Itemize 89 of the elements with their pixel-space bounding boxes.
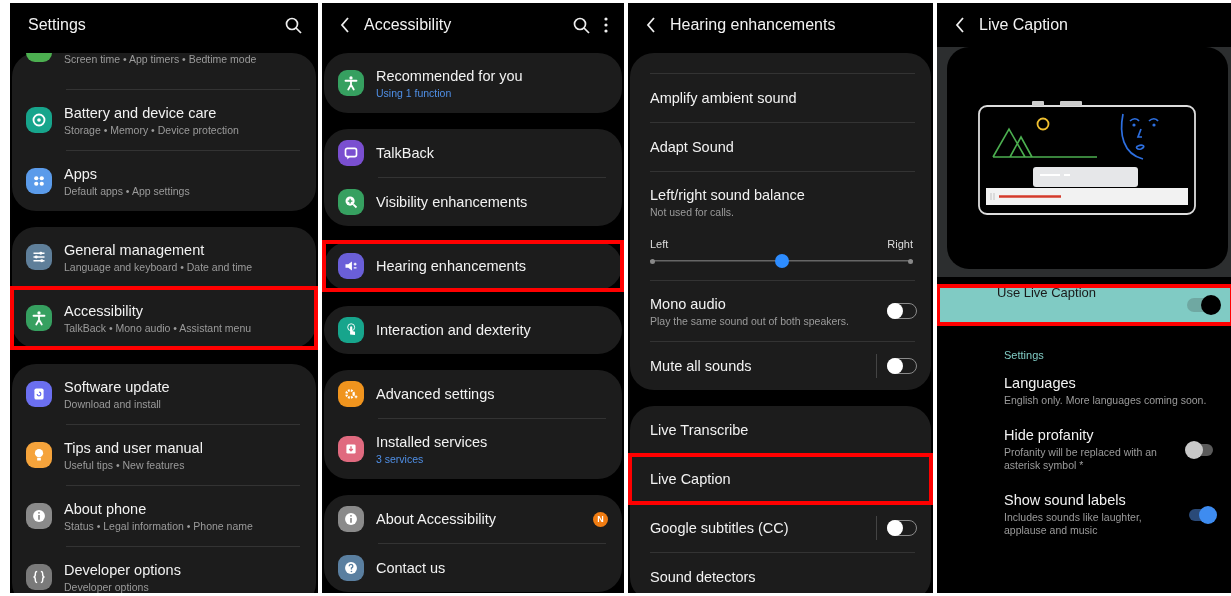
settings-item[interactable]: Sound detectors bbox=[630, 553, 931, 593]
settings-item[interactable]: Visibility enhancements bbox=[324, 178, 622, 226]
back-icon[interactable] bbox=[955, 17, 965, 33]
item-subtitle: Download and install bbox=[64, 397, 161, 410]
item-title: Left/right sound balance bbox=[650, 186, 805, 203]
item-title: General management bbox=[64, 241, 205, 258]
settings-item[interactable]: Accessibility TalkBack • Mono audio • Assistant menu bbox=[12, 288, 316, 348]
item-subtitle: TalkBack • Mono audio • Assistant menu bbox=[64, 321, 252, 334]
item-title: Adapt Sound bbox=[650, 139, 734, 155]
item-subtitle: Developer options bbox=[64, 580, 149, 593]
settings-item[interactable]: Recommended for you Using 1 function bbox=[324, 53, 622, 113]
item-subtitle: Screen time • App timers • Bedtime mode bbox=[64, 53, 257, 65]
settings-item[interactable]: Interaction and dexterity bbox=[324, 306, 622, 354]
settings-item[interactable]: Left/right sound balance Not used for calls. bbox=[630, 172, 931, 232]
settings-item[interactable]: Live Transcribe bbox=[630, 406, 931, 454]
settings-item[interactable]: Screen time • App timers • Bedtime mode bbox=[12, 53, 316, 89]
item-subtitle: English only. More languages coming soon. bbox=[1004, 394, 1207, 407]
settings-item[interactable]: Battery and device care Storage • Memory • Device protection bbox=[12, 90, 316, 150]
item-title: Live Caption bbox=[650, 471, 731, 487]
item-title: Battery and device care bbox=[64, 104, 217, 121]
item-title: About phone bbox=[64, 500, 147, 517]
slider-label: Right bbox=[887, 238, 913, 250]
item-title: Sound detectors bbox=[650, 569, 756, 585]
item-subtitle: Includes sounds like laughter, applause and music bbox=[1004, 511, 1143, 537]
item-title: Mute all sounds bbox=[650, 358, 752, 374]
screen-title: Live Caption bbox=[979, 16, 1069, 34]
item-subtitle: Default apps • App settings bbox=[64, 184, 190, 197]
settings-item[interactable]: Developer options Developer options bbox=[12, 547, 316, 593]
item-subtitle: Useful tips • New features bbox=[64, 458, 185, 471]
slider-thumb[interactable] bbox=[774, 254, 789, 268]
item-title: Visibility enhancements bbox=[376, 194, 528, 210]
settings-item[interactable]: TalkBack bbox=[324, 129, 622, 177]
item-subtitle: Play the same sound out of both speakers. bbox=[650, 314, 850, 327]
settings-item[interactable]: General management Language and keyboard • Date and time bbox=[12, 227, 316, 287]
item-title: Apps bbox=[64, 165, 98, 182]
settings-item[interactable]: Mono audio Play the same sound out of both speakers. bbox=[630, 281, 931, 341]
item-title: Hearing enhancements bbox=[376, 258, 526, 274]
settings-item[interactable]: Apps Default apps • App settings bbox=[12, 151, 316, 211]
item-title: Google subtitles (CC) bbox=[650, 520, 789, 536]
item-title[interactable]: Languages bbox=[1004, 375, 1076, 391]
settings-item[interactable]: Mute all sounds bbox=[630, 342, 931, 390]
item-title: Contact us bbox=[376, 560, 446, 576]
back-icon[interactable] bbox=[340, 17, 350, 33]
settings-item[interactable]: Software update Download and install bbox=[12, 364, 316, 424]
section-header: Settings bbox=[1003, 348, 1045, 361]
item-subtitle: Language and keyboard • Date and time bbox=[64, 260, 253, 273]
item-title: Developer options bbox=[64, 561, 181, 578]
item-title: Interaction and dexterity bbox=[376, 322, 531, 338]
new-badge: N bbox=[593, 511, 608, 527]
settings-item[interactable]: Amplify ambient sound bbox=[630, 74, 931, 122]
item-subtitle: Status • Legal information • Phone name bbox=[64, 519, 253, 532]
item-subtitle: Using 1 function bbox=[376, 86, 452, 99]
item-title: Recommended for you bbox=[376, 67, 523, 84]
back-icon[interactable] bbox=[646, 17, 656, 33]
item-title: Accessibility bbox=[64, 302, 143, 319]
item-title: Advanced settings bbox=[376, 386, 495, 402]
item-title: Live Transcribe bbox=[650, 422, 749, 438]
item-title: Software update bbox=[64, 378, 170, 395]
item-subtitle: Profanity will be replaced with an asterisk symbol * bbox=[1004, 446, 1158, 472]
settings-item[interactable]: Contact us bbox=[324, 544, 622, 592]
item-title: Mono audio bbox=[650, 295, 726, 312]
settings-item[interactable]: Advanced settings bbox=[324, 370, 622, 418]
settings-item[interactable]: Installed services 3 services bbox=[324, 419, 622, 479]
item-title: Installed services bbox=[376, 433, 488, 450]
settings-item[interactable]: Adapt Sound bbox=[630, 123, 931, 171]
settings-item[interactable]: About Accessibility N bbox=[324, 495, 622, 543]
screen-title: Hearing enhancements bbox=[670, 16, 837, 34]
screen-title: Accessibility bbox=[364, 16, 453, 34]
item-title: Amplify ambient sound bbox=[650, 90, 797, 106]
more-options-icon[interactable] bbox=[604, 17, 608, 33]
settings-item[interactable]: Live Caption bbox=[630, 455, 931, 503]
item-title: About Accessibility bbox=[376, 511, 497, 527]
settings-item[interactable]: Hearing enhancements bbox=[324, 242, 622, 290]
search-icon[interactable] bbox=[285, 16, 302, 34]
slider-label: Left bbox=[650, 238, 669, 250]
settings-item[interactable]: Tips and user manual Useful tips • New features bbox=[12, 425, 316, 485]
settings-item[interactable]: About phone Status • Legal information • Phone name bbox=[12, 486, 316, 546]
item-title: Tips and user manual bbox=[64, 439, 203, 456]
item-subtitle: Storage • Memory • Device protection bbox=[64, 123, 239, 136]
screen-title: Settings bbox=[28, 16, 87, 34]
item-subtitle: Not used for calls. bbox=[650, 205, 735, 218]
item-title: TalkBack bbox=[376, 145, 435, 161]
switch-label: Use Live Caption bbox=[997, 285, 1097, 300]
item-title[interactable]: Show sound labels bbox=[1004, 492, 1126, 508]
search-icon[interactable] bbox=[573, 16, 590, 34]
item-title[interactable]: Hide profanity bbox=[1004, 427, 1094, 443]
item-subtitle: 3 services bbox=[376, 452, 424, 465]
master-switch-row[interactable]: Use Live Caption bbox=[937, 285, 1231, 325]
settings-item[interactable]: Google subtitles (CC) bbox=[630, 504, 931, 552]
